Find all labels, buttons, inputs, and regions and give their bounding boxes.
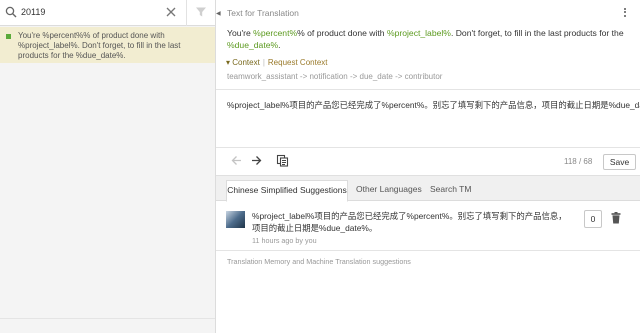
- arrow-left-icon[interactable]: [230, 154, 243, 169]
- source-text: You're %percent%% of product done with %…: [227, 27, 627, 51]
- divider: |: [262, 58, 265, 67]
- pagination-footer: [0, 318, 215, 333]
- filter-icon[interactable]: [195, 6, 207, 20]
- suggestion-item[interactable]: %project_label%项目的产品您已经完成了%percent%。别忘了填…: [216, 201, 640, 251]
- search-input[interactable]: 20119: [21, 7, 45, 17]
- editor-panel: ◀ Text for Translation You're %percent%%…: [216, 0, 640, 333]
- source-text-segment: . Don't forget, to fill in the last prod…: [450, 28, 624, 38]
- string-item-text: You're %percent%% of product done with %…: [18, 31, 181, 60]
- suggestion-text: %project_label%项目的产品您已经完成了%percent%。别忘了填…: [252, 211, 567, 233]
- trash-icon[interactable]: [611, 212, 621, 226]
- suggestion-tabs: Chinese Simplified Suggestions Other Lan…: [216, 175, 640, 202]
- caret-down-icon: ▾: [226, 58, 231, 67]
- character-counter: 118 / 68: [564, 157, 593, 166]
- divider: [186, 0, 187, 26]
- more-options-icon[interactable]: [620, 6, 630, 20]
- tab-language-suggestions[interactable]: Chinese Simplified Suggestions: [226, 180, 348, 202]
- translation-editor[interactable]: %project_label%项目的产品您已经完成了%percent%。别忘了填…: [216, 89, 640, 148]
- copy-source-icon[interactable]: [276, 154, 289, 169]
- tab-search-tm[interactable]: Search TM: [430, 180, 471, 202]
- context-path: teamwork_assistant -> notification -> du…: [227, 72, 443, 81]
- source-text-segment: % of product done with: [297, 28, 387, 38]
- string-list-item[interactable]: You're %percent%% of product done with %…: [0, 27, 215, 63]
- context-toggle[interactable]: ▾ Context: [226, 58, 260, 67]
- translated-status-icon: [6, 34, 11, 39]
- clear-search-icon[interactable]: [165, 6, 177, 20]
- vote-count[interactable]: 0: [584, 210, 602, 228]
- request-context-link[interactable]: Request Context: [268, 58, 328, 67]
- tm-mt-note: Translation Memory and Machine Translati…: [227, 257, 411, 266]
- translation-input[interactable]: %project_label%项目的产品您已经完成了%percent%。别忘了填…: [227, 99, 640, 111]
- avatar: [226, 211, 245, 228]
- arrow-right-icon[interactable]: [250, 154, 263, 169]
- save-button[interactable]: Save: [603, 154, 636, 170]
- context-links: ▾ Context | Request Context: [226, 58, 328, 67]
- source-label: Text for Translation: [227, 8, 299, 18]
- placeholder-token: %percent%: [253, 28, 298, 38]
- editor-toolbar: 118 / 68 Save: [216, 148, 640, 175]
- suggestion-meta: 11 hours ago by you: [252, 236, 317, 245]
- source-text-segment: .: [278, 40, 281, 50]
- collapse-panel-icon[interactable]: ◀: [216, 10, 221, 17]
- placeholder-token: %due_date%: [227, 40, 279, 50]
- placeholder-token: %project_label%: [386, 28, 451, 38]
- tab-other-languages[interactable]: Other Languages: [356, 180, 422, 202]
- source-text-segment: You're: [227, 28, 254, 38]
- string-list-panel: 20119 You're %percent%% of product done …: [0, 0, 216, 333]
- search-icon: [5, 6, 17, 20]
- search-bar: 20119: [0, 0, 215, 26]
